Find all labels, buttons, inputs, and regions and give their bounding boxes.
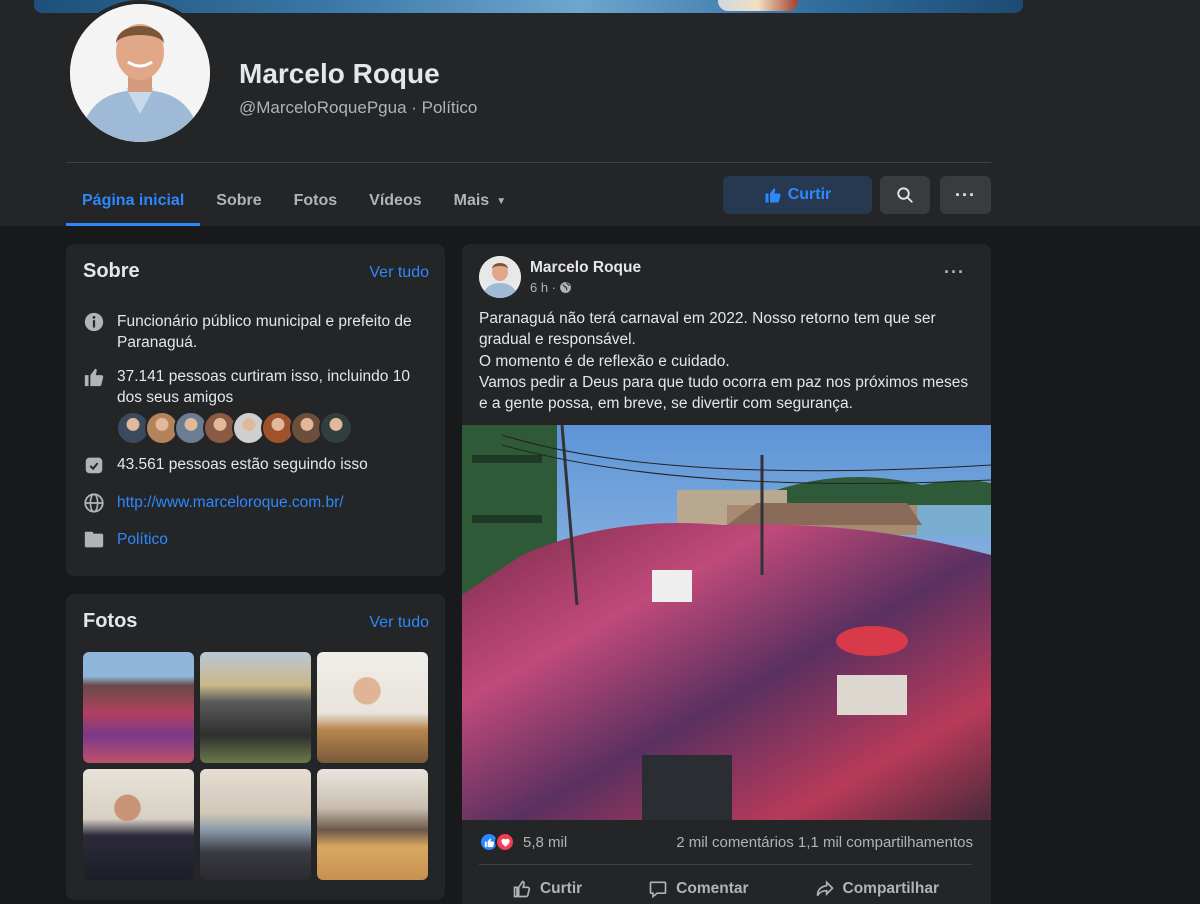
thumbs-up-outline-icon bbox=[513, 880, 531, 898]
photo-thumbnail[interactable] bbox=[200, 769, 311, 880]
photos-grid bbox=[83, 652, 428, 880]
about-description-row: Funcionário público municipal e prefeito… bbox=[83, 311, 427, 353]
post-image[interactable] bbox=[462, 425, 991, 820]
post-options-button[interactable]: ··· bbox=[944, 262, 965, 283]
about-followers-row: 43.561 pessoas estão seguindo isso bbox=[83, 454, 427, 476]
comment-button[interactable]: Comentar bbox=[648, 871, 749, 904]
share-label: Compartilhar bbox=[842, 880, 939, 897]
tab-about[interactable]: Sobre bbox=[200, 176, 277, 226]
like-button-label: Curtir bbox=[787, 186, 832, 203]
like-page-button[interactable]: Curtir bbox=[723, 176, 872, 214]
photos-see-all-link[interactable]: Ver tudo bbox=[369, 614, 429, 632]
post-text-line: Paranaguá não terá carnaval em 2022. Nos… bbox=[479, 310, 936, 327]
post-text-line: Vamos pedir a Deus para que tudo ocorra … bbox=[479, 373, 969, 391]
post-timestamp[interactable]: 6 h · bbox=[530, 280, 556, 295]
about-see-all-link[interactable]: Ver tudo bbox=[369, 264, 429, 282]
category-tag-icon bbox=[84, 531, 104, 548]
thumbs-up-icon bbox=[84, 368, 104, 387]
post-author-avatar[interactable] bbox=[479, 256, 521, 298]
post-stats[interactable]: 2 mil comentários 1,1 mil compartilhamen… bbox=[676, 834, 973, 851]
tab-home[interactable]: Página inicial bbox=[66, 176, 201, 226]
post-text-line: O momento é de reflexão e cuidado. bbox=[479, 352, 730, 370]
info-icon bbox=[84, 312, 104, 332]
tab-more[interactable]: Mais ▼ bbox=[438, 176, 522, 226]
about-title: Sobre bbox=[83, 260, 140, 282]
about-likes-count[interactable]: 37.141 pessoas curtiram isso, incluindo … bbox=[117, 366, 427, 408]
about-website-row: http://www.marceloroque.com.br/ bbox=[83, 492, 427, 514]
about-followers-count: 43.561 pessoas estão seguindo isso bbox=[117, 456, 368, 473]
comment-icon bbox=[649, 881, 667, 899]
photo-thumbnail[interactable] bbox=[83, 769, 194, 880]
about-description: Funcionário público municipal e prefeito… bbox=[117, 313, 412, 351]
page-subtitle: @MarceloRoquePgua · Político bbox=[239, 98, 478, 117]
search-icon bbox=[897, 187, 913, 203]
share-icon bbox=[816, 880, 834, 897]
post-meta: 6 h · bbox=[530, 280, 572, 295]
like-post-button[interactable]: Curtir bbox=[512, 871, 582, 904]
globe-icon bbox=[560, 282, 571, 293]
post-divider bbox=[479, 864, 972, 865]
about-card: Sobre Ver tudo Funcionário público munic… bbox=[66, 244, 445, 576]
post-text: Paranaguá não terá carnaval em 2022. Nos… bbox=[479, 308, 979, 414]
globe-icon bbox=[84, 493, 104, 513]
caret-down-icon: ▼ bbox=[496, 195, 507, 207]
photos-card: Fotos Ver tudo bbox=[66, 594, 445, 900]
more-options-button[interactable]: ··· bbox=[940, 176, 991, 214]
page-title: Marcelo Roque bbox=[239, 58, 440, 89]
photo-thumbnail[interactable] bbox=[317, 652, 428, 763]
reactions-count: 5,8 mil bbox=[523, 833, 568, 851]
about-category-row: Político bbox=[83, 529, 427, 551]
photo-thumbnail[interactable] bbox=[83, 652, 194, 763]
share-button[interactable]: Compartilhar bbox=[815, 871, 939, 904]
friend-avatars bbox=[116, 411, 353, 445]
post-reactions[interactable]: 5,8 mil bbox=[479, 832, 567, 852]
about-website-link[interactable]: http://www.marceloroque.com.br/ bbox=[117, 492, 427, 514]
search-button[interactable] bbox=[880, 176, 930, 214]
post-author-name[interactable]: Marcelo Roque bbox=[530, 259, 641, 277]
cover-boat bbox=[718, 0, 798, 11]
post-actions: Curtir Comentar Compartilhar bbox=[479, 871, 972, 904]
post-text-line: e a gente possa, em breve, se divertir c… bbox=[479, 395, 853, 413]
tab-more-label: Mais bbox=[453, 192, 490, 209]
profile-tabs: Página inicial Sobre Fotos Vídeos Mais ▼ bbox=[66, 176, 522, 226]
tab-videos[interactable]: Vídeos bbox=[353, 176, 437, 226]
love-reaction-icon bbox=[495, 832, 515, 852]
followers-check-icon bbox=[85, 457, 103, 474]
thumbs-up-icon bbox=[765, 188, 781, 203]
photos-title: Fotos bbox=[83, 610, 138, 632]
about-category-link[interactable]: Político bbox=[117, 529, 427, 551]
profile-avatar[interactable] bbox=[70, 4, 210, 142]
post-text-line: gradual e responsável. bbox=[479, 331, 636, 349]
photo-thumbnail[interactable] bbox=[317, 769, 428, 880]
photo-thumbnail[interactable] bbox=[200, 652, 311, 763]
cover-photo[interactable] bbox=[34, 0, 1023, 13]
post-card: Marcelo Roque 6 h · ··· Paranaguá não te… bbox=[462, 244, 991, 904]
like-post-label: Curtir bbox=[539, 880, 583, 897]
tab-photos[interactable]: Fotos bbox=[278, 176, 354, 226]
header-divider bbox=[66, 162, 991, 163]
about-likes-row: 37.141 pessoas curtiram isso, incluindo … bbox=[83, 366, 427, 408]
friend-avatar[interactable] bbox=[319, 411, 353, 445]
comment-label: Comentar bbox=[676, 880, 749, 897]
